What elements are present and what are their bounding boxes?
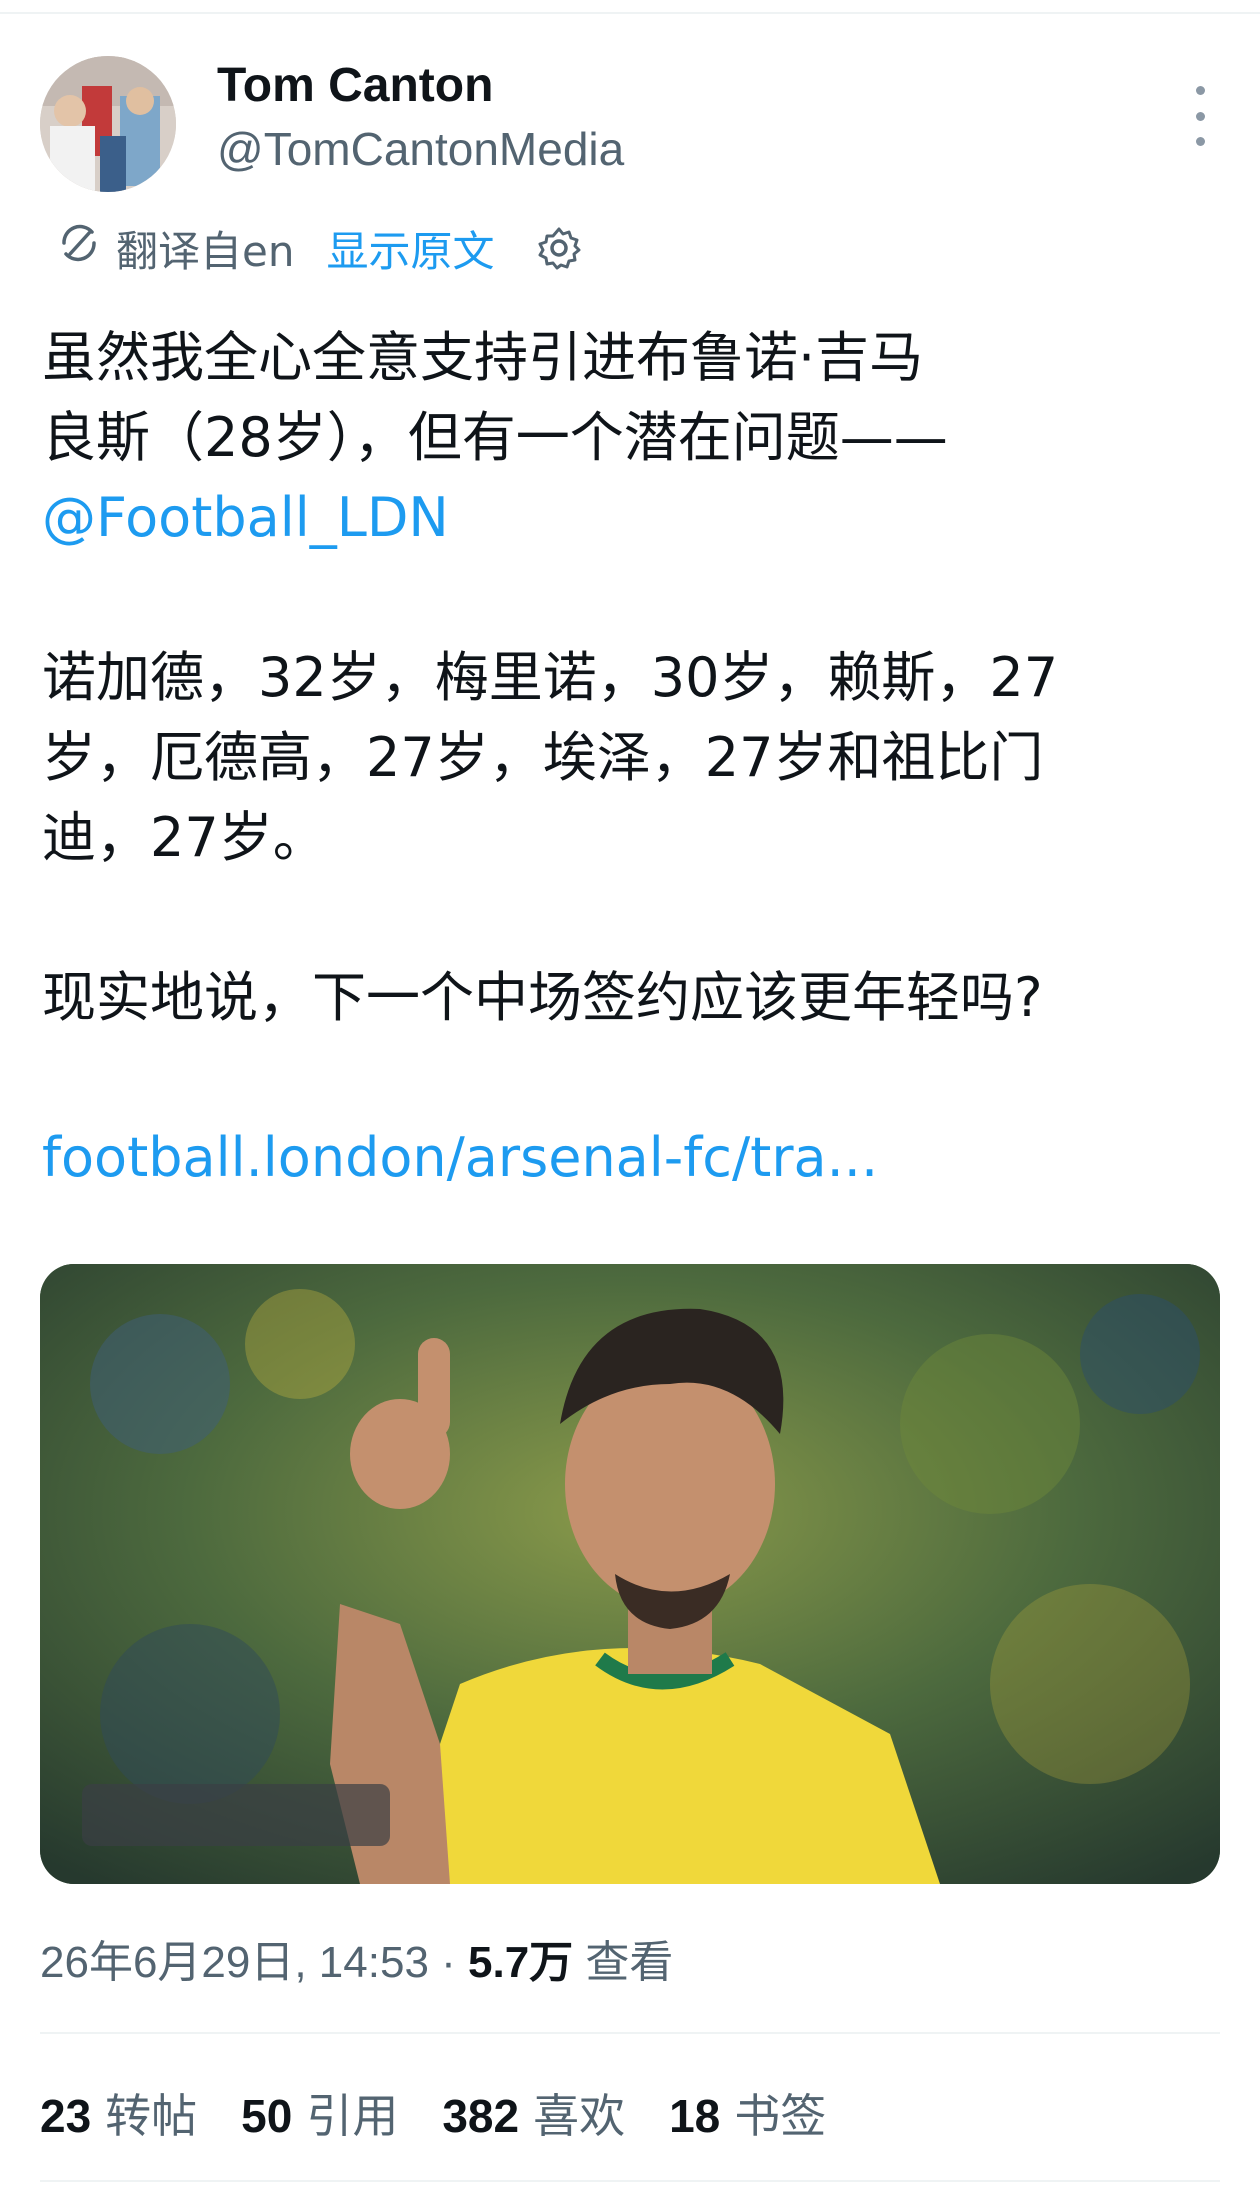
tweet-image[interactable] — [40, 1264, 1220, 1884]
mention-link[interactable]: @Football_LDN — [42, 486, 449, 549]
tweet-text: 虽然我全心全意支持引进布鲁诺·吉马 良斯（28岁），但有一个潜在问题—— @Fo… — [42, 318, 1222, 1198]
tweet-line: 诺加德，32岁，梅里诺，30岁，赖斯，27 — [42, 646, 1059, 709]
quotes-stat[interactable]: 50 引用 — [241, 2080, 398, 2146]
avatar[interactable] — [40, 56, 176, 192]
bookmarks-stat[interactable]: 18 书签 — [669, 2080, 826, 2146]
gear-icon[interactable] — [536, 225, 582, 271]
view-label: 查看 — [573, 1938, 674, 1987]
tweet-line: 现实地说，下一个中场签约应该更年轻吗? — [42, 966, 1043, 1029]
tweet-line: 迪，27岁。 — [42, 806, 327, 869]
tweet-line: 良斯（28岁），但有一个潜在问题—— — [42, 406, 948, 469]
translated-from-label: 翻译自en — [116, 226, 295, 276]
more-vertical-icon[interactable] — [1180, 86, 1220, 146]
engagement-stats: 23 转帖 50 引用 382 喜欢 18 书签 — [40, 2080, 826, 2146]
top-divider — [0, 12, 1260, 14]
display-name[interactable]: Tom Canton — [217, 58, 493, 113]
translate-icon — [56, 220, 102, 276]
timestamp[interactable]: 26年6月29日, 14:53 · — [40, 1938, 468, 1987]
tweet-header: Tom Canton @TomCantonMedia — [40, 56, 1220, 196]
translation-bar: 翻译自en 显示原文 — [56, 220, 582, 276]
divider — [40, 2032, 1220, 2034]
user-handle[interactable]: @TomCantonMedia — [217, 122, 624, 176]
view-count: 5.7万 — [468, 1938, 574, 1987]
tweet-line: 岁，厄德高，27岁，埃泽，27岁和祖比门 — [42, 726, 1044, 789]
tweet-line: 虽然我全心全意支持引进布鲁诺·吉马 — [42, 326, 924, 389]
reposts-stat[interactable]: 23 转帖 — [40, 2080, 197, 2146]
tweet-meta: 26年6月29日, 14:53 · 5.7万 查看 — [40, 1926, 673, 1990]
show-original-link[interactable]: 显示原文 — [326, 218, 494, 279]
article-link[interactable]: football.london/arsenal-fc/tra... — [42, 1126, 878, 1189]
divider — [40, 2180, 1220, 2182]
likes-stat[interactable]: 382 喜欢 — [442, 2080, 625, 2146]
